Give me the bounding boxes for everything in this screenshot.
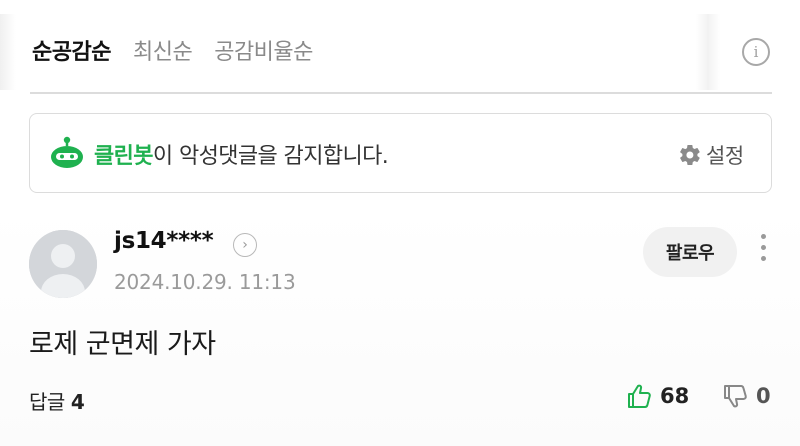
gear-icon	[680, 144, 700, 166]
reply-label: 답글	[29, 390, 65, 414]
comment-text: 로제 군면제 가자	[29, 329, 216, 360]
dislike-button[interactable]: 0	[722, 382, 771, 410]
more-vertical-icon[interactable]	[756, 234, 770, 268]
comment-username[interactable]: js14****	[114, 228, 214, 254]
avatar[interactable]	[29, 230, 97, 298]
scroll-fade-right	[696, 14, 720, 90]
comment-timestamp: 2024.10.29. 11:13	[114, 270, 296, 294]
scroll-fade-left	[0, 14, 16, 90]
thumbs-down-icon	[724, 385, 747, 408]
default-avatar-icon	[29, 230, 97, 298]
sort-tabs: 순공감순 최신순 공감비율순	[32, 34, 313, 66]
sort-bar: 순공감순 최신순 공감비율순 i	[0, 0, 800, 94]
comment-item: js14**** › 2024.10.29. 11:13 팔로우 로제 군면제 …	[0, 208, 800, 446]
like-button[interactable]: 68	[626, 382, 689, 410]
info-icon[interactable]: i	[742, 38, 770, 66]
robot-icon	[51, 136, 83, 168]
tab-sort-latest[interactable]: 최신순	[133, 34, 193, 66]
reply-count: 4	[70, 390, 85, 414]
reply-button[interactable]: 답글 4	[29, 386, 85, 415]
cleanbot-description: 이 악성댓글을 감지합니다.	[152, 144, 389, 169]
cleanbot-settings-button[interactable]: 설정	[678, 140, 744, 170]
tab-sort-popular[interactable]: 순공감순	[32, 34, 111, 66]
cleanbot-message: 클린봇이 악성댓글을 감지합니다.	[94, 138, 389, 170]
divider	[30, 92, 772, 94]
settings-label: 설정	[706, 144, 744, 168]
chevron-right-icon[interactable]: ›	[233, 233, 257, 257]
dislike-count: 0	[756, 384, 771, 408]
cleanbot-banner: 클린봇이 악성댓글을 감지합니다. 설정	[29, 113, 772, 193]
cleanbot-name: 클린봇	[94, 144, 154, 169]
info-icon-glyph: i	[753, 43, 759, 61]
thumbs-up-icon	[628, 384, 651, 408]
tab-sort-empathy-ratio[interactable]: 공감비율순	[214, 34, 313, 66]
follow-button[interactable]: 팔로우	[643, 227, 737, 277]
like-count: 68	[660, 384, 690, 408]
